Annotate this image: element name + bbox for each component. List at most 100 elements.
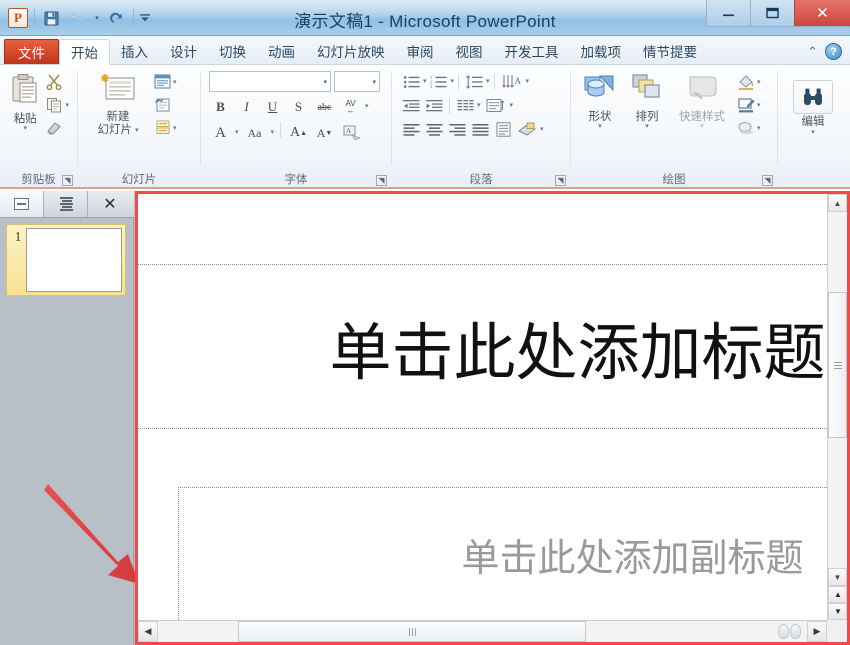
save-icon[interactable] (39, 6, 63, 30)
horizontal-scrollbar[interactable]: ◀ ▶ (138, 620, 827, 642)
tab-addins[interactable]: 加载项 (570, 38, 633, 64)
tab-file[interactable]: 文件 (4, 39, 59, 64)
shape-fill-caret-icon[interactable]: ▾ (757, 80, 761, 86)
smartart-button[interactable] (515, 119, 539, 140)
align-left-button[interactable] (400, 119, 422, 140)
text-direction-caret-icon[interactable]: ▾ (526, 79, 530, 85)
slide-canvas[interactable]: 单击此处添加标题 单击此处添加副标题 (138, 194, 827, 620)
arrange-button[interactable]: 排列 ▾ (623, 70, 671, 130)
vertical-scrollbar[interactable]: ▲ ▼ ▲ ▼ (827, 194, 847, 620)
horizontal-scroll-thumb[interactable] (238, 621, 586, 642)
italic-button[interactable]: I (235, 96, 258, 118)
customize-qat-icon[interactable] (138, 6, 152, 30)
text-direction-button[interactable]: A (499, 71, 525, 92)
format-painter-button[interactable] (44, 119, 71, 139)
collapse-ribbon-icon[interactable]: ⌃ (807, 44, 818, 60)
font-dialog-launcher[interactable]: ◥ (376, 175, 387, 186)
shape-outline-caret-icon[interactable]: ▾ (757, 103, 761, 109)
align-text-caret-icon[interactable]: ▾ (510, 103, 514, 109)
cut-button[interactable] (44, 73, 71, 93)
shape-fill-button[interactable]: ▾ (735, 73, 763, 93)
horizontal-scroll-track[interactable] (158, 621, 807, 642)
vertical-scroll-thumb[interactable] (828, 292, 847, 438)
change-case-button[interactable]: Aa (242, 122, 268, 144)
edit-caret-icon[interactable]: ▾ (811, 130, 815, 136)
undo-icon[interactable] (65, 6, 89, 30)
convert-to-smartart-button[interactable] (492, 119, 514, 140)
justify-button[interactable] (469, 119, 491, 140)
tab-design[interactable]: 设计 (159, 38, 208, 64)
grow-font-button[interactable]: A▲ (287, 122, 310, 144)
new-slide-button[interactable]: 新建 幻灯片 ▾ (90, 70, 146, 138)
bold-button[interactable]: B (209, 96, 232, 118)
slide-pane-tabs[interactable]: ✕ (0, 191, 134, 218)
scroll-right-button[interactable]: ▶ (807, 621, 827, 642)
next-slide-button[interactable]: ▼ (828, 603, 847, 620)
ribbon-tab-strip[interactable]: 文件 开始 插入 设计 切换 动画 幻灯片放映 审阅 视图 开发工具 加载项 情… (0, 36, 850, 65)
slides-tab[interactable] (0, 191, 44, 217)
section-button[interactable]: ▾ (152, 119, 179, 139)
redo-icon[interactable] (105, 6, 129, 30)
slide-thumbnail[interactable]: 1 (6, 224, 126, 296)
numbering-caret-icon[interactable]: ▾ (451, 79, 455, 85)
shape-effects-caret-icon[interactable]: ▾ (757, 126, 761, 132)
character-spacing-caret-icon[interactable]: ▾ (365, 104, 369, 110)
vertical-scroll-track[interactable] (828, 212, 847, 568)
paste-button[interactable]: 粘贴 ▾ (6, 70, 44, 132)
maximize-button[interactable] (750, 0, 794, 27)
underline-button[interactable]: U (261, 96, 284, 118)
tab-view[interactable]: 视图 (445, 38, 494, 64)
close-pane-button[interactable]: ✕ (88, 191, 132, 217)
tab-insert[interactable]: 插入 (110, 38, 159, 64)
clear-formatting-button[interactable]: A (339, 122, 365, 144)
tab-transitions[interactable]: 切换 (208, 38, 257, 64)
ribbon-tab-right-controls[interactable]: ⌃ ? (807, 43, 850, 64)
tab-home[interactable]: 开始 (59, 39, 110, 65)
decrease-indent-button[interactable] (400, 95, 422, 116)
scroll-left-button[interactable]: ◀ (138, 621, 158, 642)
powerpoint-app-icon[interactable]: P (6, 6, 30, 30)
copy-caret-icon[interactable]: ▾ (65, 103, 69, 109)
align-center-button[interactable] (423, 119, 445, 140)
line-spacing-caret-icon[interactable]: ▾ (486, 79, 490, 85)
bullets-button[interactable] (400, 71, 422, 92)
smartart-caret-icon[interactable]: ▾ (540, 127, 544, 133)
quick-styles-button[interactable]: 快速样式 ▾ (671, 70, 733, 130)
reset-slide-button[interactable] (152, 96, 179, 116)
drawing-dialog-launcher[interactable]: ◥ (762, 175, 773, 186)
layout-caret-icon[interactable]: ▾ (173, 80, 177, 86)
tab-developer[interactable]: 开发工具 (494, 38, 570, 64)
edit-button[interactable]: 编辑 ▾ (786, 77, 840, 136)
quick-styles-caret-icon[interactable]: ▾ (700, 124, 704, 130)
tab-slideshow[interactable]: 幻灯片放映 (306, 38, 396, 64)
arrange-caret-icon[interactable]: ▾ (645, 124, 649, 130)
title-placeholder[interactable]: 单击此处添加标题 (138, 264, 827, 429)
font-name-combo[interactable]: ▾ (209, 71, 331, 92)
text-shadow-button[interactable]: S (287, 96, 310, 118)
font-color-caret-icon[interactable]: ▾ (235, 130, 239, 136)
font-name-caret-icon[interactable]: ▾ (323, 78, 327, 86)
character-spacing-button[interactable]: AV ↔ (339, 96, 362, 118)
new-slide-caret-icon[interactable]: ▾ (135, 128, 139, 134)
strikethrough-button[interactable]: abc (313, 96, 336, 118)
outline-tab[interactable] (44, 191, 88, 217)
shape-outline-button[interactable]: ▾ (735, 96, 763, 116)
section-caret-icon[interactable]: ▾ (173, 126, 177, 132)
font-size-caret-icon[interactable]: ▾ (372, 78, 376, 86)
clipboard-dialog-launcher[interactable]: ◥ (62, 175, 73, 186)
shapes-button[interactable]: 形状 ▾ (577, 70, 623, 130)
minimize-button[interactable] (706, 0, 750, 27)
window-controls[interactable]: ✕ (706, 0, 850, 28)
shape-effects-button[interactable]: ▾ (735, 119, 763, 139)
font-color-button[interactable]: A (209, 122, 232, 144)
close-button[interactable]: ✕ (794, 0, 850, 27)
tab-storyboard[interactable]: 情节提要 (632, 38, 708, 64)
previous-slide-button[interactable]: ▲ (828, 586, 847, 603)
font-size-combo[interactable]: ▾ (334, 71, 380, 92)
columns-caret-icon[interactable]: ▾ (477, 103, 481, 109)
align-text-button[interactable] (483, 95, 509, 116)
copy-button[interactable]: ▾ (44, 96, 71, 116)
align-right-button[interactable] (446, 119, 468, 140)
paste-caret-icon[interactable]: ▾ (23, 126, 27, 132)
subtitle-placeholder[interactable]: 单击此处添加副标题 (178, 487, 827, 620)
